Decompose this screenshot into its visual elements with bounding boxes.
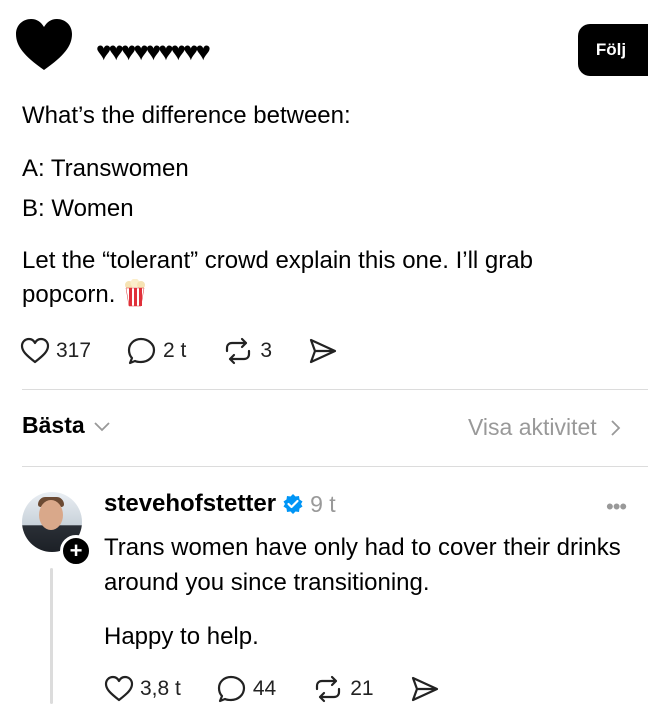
chevron-down-icon xyxy=(94,421,110,431)
post-actions: 317 2 t 3 xyxy=(20,336,380,366)
follow-button[interactable]: Följ xyxy=(578,24,648,76)
repost-button[interactable]: 3 xyxy=(222,337,272,365)
popcorn-icon xyxy=(125,279,146,307)
comment-count: 2 t xyxy=(163,339,187,362)
reply-text: Trans women have only had to cover their… xyxy=(104,534,621,596)
sort-dropdown[interactable]: Bästa xyxy=(22,412,111,439)
like-button[interactable]: 3,8 t xyxy=(104,675,181,703)
reply-username[interactable]: stevehofstetter xyxy=(104,490,276,518)
divider xyxy=(22,389,648,390)
repost-icon xyxy=(226,337,251,365)
heart-emoji-icon: ♥ xyxy=(195,36,211,66)
post-text-intro: What’s the difference between: xyxy=(22,102,351,129)
reply-actions: 3,8 t 44 21 xyxy=(104,674,482,704)
heart-icon xyxy=(104,675,134,702)
comment-button[interactable]: 2 t xyxy=(127,337,186,365)
plus-icon[interactable]: + xyxy=(60,535,92,567)
view-activity-link[interactable]: Visa aktivitet xyxy=(468,414,621,441)
post-text-option-b: B: Women xyxy=(22,195,134,222)
chevron-right-icon xyxy=(611,419,620,436)
sort-label: Bästa xyxy=(22,412,85,438)
post-text-option-a: A: Transwomen xyxy=(22,155,189,182)
like-count: 317 xyxy=(56,339,92,362)
share-icon xyxy=(411,676,438,702)
repost-icon xyxy=(316,675,341,703)
comment-count: 44 xyxy=(252,677,277,700)
thread-line xyxy=(50,568,53,704)
like-count: 3,8 t xyxy=(140,677,181,700)
verified-icon xyxy=(283,494,303,514)
display-name-hearts[interactable]: ♥ ♥ ♥ ♥ ♥ ♥ ♥ ♥ ♥ xyxy=(96,36,211,66)
share-icon xyxy=(309,338,337,364)
share-button[interactable] xyxy=(410,675,446,703)
repost-count: 21 xyxy=(350,677,374,700)
comment-button[interactable]: 44 xyxy=(217,675,276,703)
like-button[interactable]: 317 xyxy=(20,337,91,365)
divider xyxy=(22,466,648,467)
more-icon[interactable]: ••• xyxy=(606,494,627,520)
comment-icon xyxy=(217,675,245,703)
reply-text-2: Happy to help. xyxy=(104,623,259,650)
reply-header: stevehofstetter 9 t xyxy=(104,490,336,518)
post-text-body: Let the “tolerant” crowd explain this on… xyxy=(22,244,622,312)
profile-avatar-heart[interactable] xyxy=(14,16,74,76)
repost-button[interactable]: 21 xyxy=(312,675,374,703)
share-button[interactable] xyxy=(308,337,344,365)
repost-count: 3 xyxy=(260,339,273,362)
comment-icon xyxy=(127,337,156,365)
heart-icon xyxy=(20,337,50,364)
reply-time: 9 t xyxy=(310,490,336,517)
view-activity-label: Visa aktivitet xyxy=(468,414,597,440)
post-body-text: Let the “tolerant” crowd explain this on… xyxy=(22,247,533,308)
